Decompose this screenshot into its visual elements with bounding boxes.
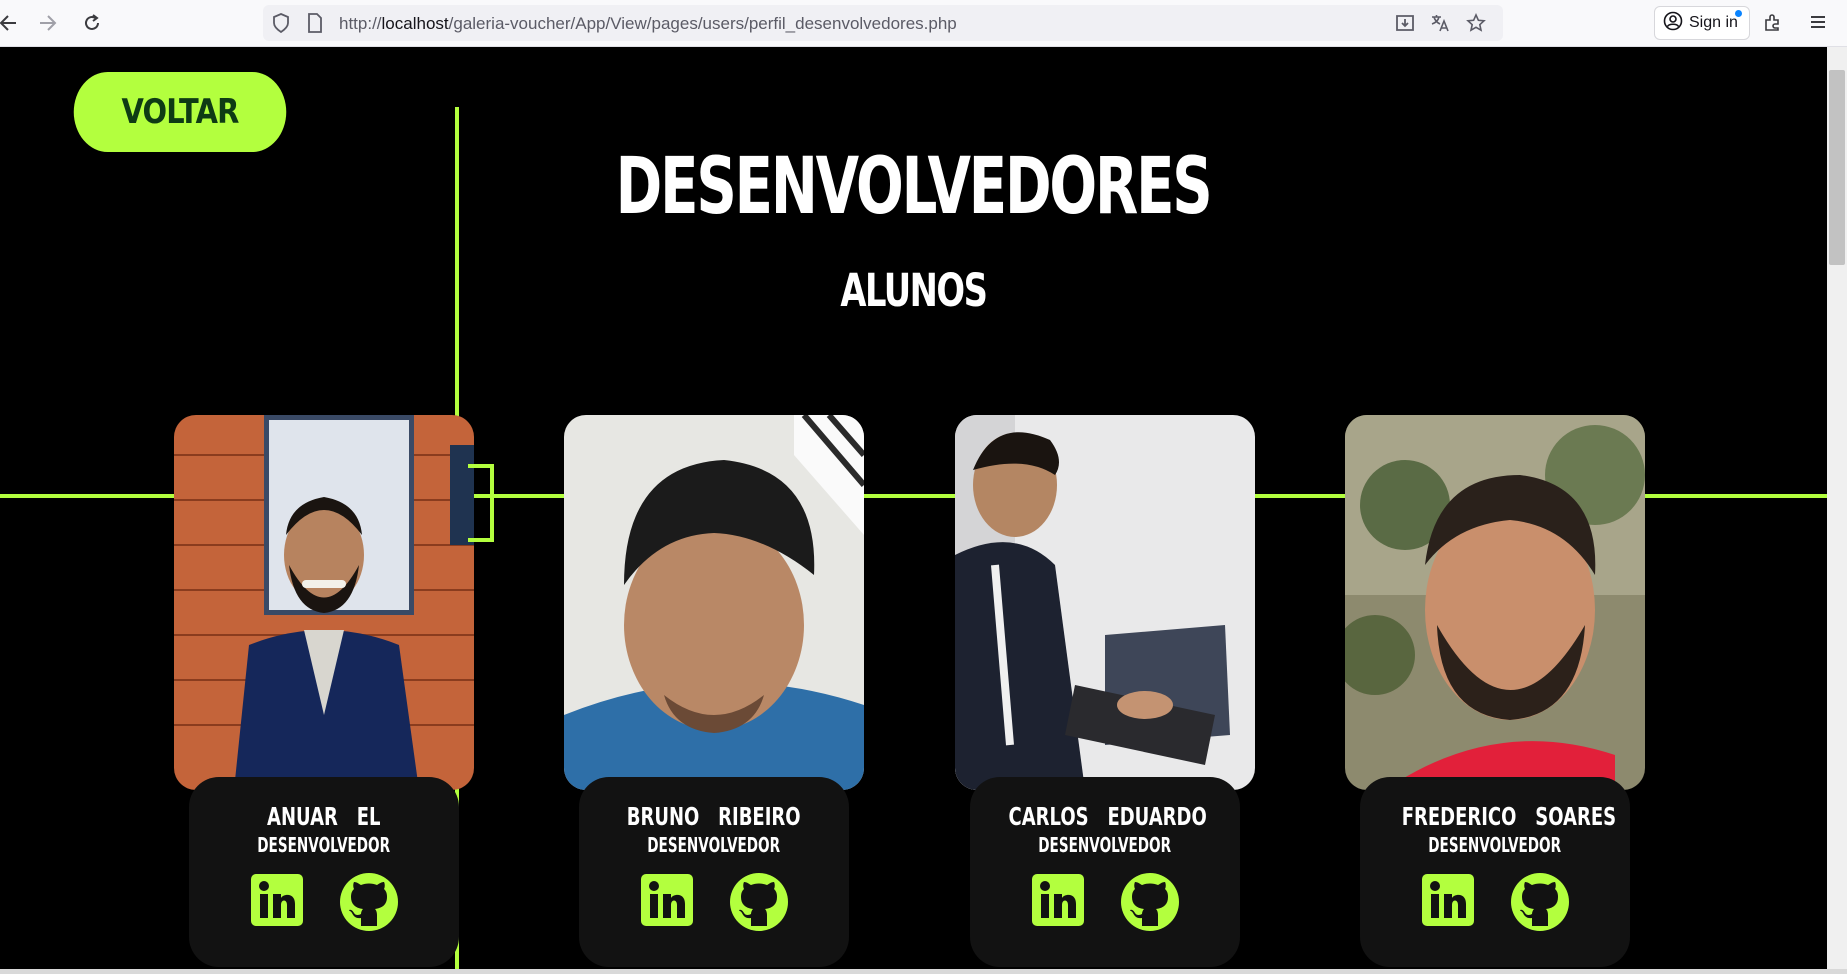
decorative-bracket (468, 464, 494, 542)
developer-info-panel: FREDERICO SOARES DESENVOLVEDOR (1360, 777, 1630, 967)
back-icon[interactable] (0, 9, 22, 37)
linkedin-icon[interactable] (1420, 872, 1480, 932)
reload-icon[interactable] (78, 9, 106, 37)
developer-photo (174, 415, 474, 790)
shield-icon[interactable] (271, 13, 291, 33)
voltar-button[interactable]: VOLTAR (73, 72, 287, 152)
developer-card: ANUAR EL DESENVOLVEDOR (174, 415, 474, 974)
github-icon[interactable] (1120, 872, 1180, 932)
linkedin-icon[interactable] (249, 872, 309, 932)
github-icon[interactable] (339, 872, 399, 932)
extensions-icon[interactable] (1761, 10, 1785, 34)
developer-photo (1345, 415, 1645, 790)
developer-name: FREDERICO SOARES (1401, 802, 1617, 831)
developer-role: DESENVOLVEDOR (1428, 833, 1562, 857)
linkedin-icon[interactable] (1030, 872, 1090, 932)
scrollbar-thumb[interactable] (1829, 70, 1845, 265)
developer-photo (564, 415, 864, 790)
developer-card: BRUNO RIBEIRO DESENVOLVEDOR (564, 415, 864, 974)
developer-role: DESENVOLVEDOR (257, 833, 391, 857)
url-text[interactable]: http://localhost/galeria-voucher/App/Vie… (339, 14, 957, 34)
developer-name: ANUAR EL (267, 802, 381, 831)
sign-in-button[interactable]: Sign in (1654, 6, 1750, 40)
page-title: DESENVOLVEDORES (616, 142, 1213, 232)
notification-dot (1735, 10, 1742, 17)
developer-card: FREDERICO SOARES DESENVOLVEDOR (1345, 415, 1645, 974)
url-bar[interactable]: http://localhost/galeria-voucher/App/Vie… (263, 5, 1503, 41)
star-icon[interactable] (1466, 13, 1486, 33)
developer-photo (955, 415, 1255, 790)
account-icon (1663, 11, 1683, 36)
developer-info-panel: BRUNO RIBEIRO DESENVOLVEDOR (579, 777, 849, 967)
developer-info-panel: CARLOS EDUARDO DESENVOLVEDOR (970, 777, 1240, 967)
menu-icon[interactable] (1806, 10, 1830, 34)
page-icon[interactable] (305, 13, 325, 33)
github-icon[interactable] (1510, 872, 1570, 932)
page-content: VOLTAR DESENVOLVEDORES ALUNOS ANUAR EL D… (0, 47, 1827, 974)
page-subtitle: ALUNOS (840, 264, 988, 317)
github-icon[interactable] (729, 872, 789, 932)
forward-icon[interactable] (34, 9, 62, 37)
linkedin-icon[interactable] (639, 872, 699, 932)
sign-in-label: Sign in (1689, 14, 1738, 31)
bottom-edge (0, 969, 1847, 974)
browser-toolbar: http://localhost/galeria-voucher/App/Vie… (0, 0, 1847, 47)
developer-card: CARLOS EDUARDO DESENVOLVEDOR (955, 415, 1255, 974)
developer-name: BRUNO RIBEIRO (627, 802, 801, 831)
download-icon[interactable] (1395, 13, 1415, 33)
developer-info-panel: ANUAR EL DESENVOLVEDOR (189, 777, 459, 967)
translate-icon[interactable] (1430, 13, 1450, 33)
developer-name: CARLOS EDUARDO (1008, 802, 1207, 831)
developer-role: DESENVOLVEDOR (1038, 833, 1172, 857)
developer-role: DESENVOLVEDOR (647, 833, 781, 857)
